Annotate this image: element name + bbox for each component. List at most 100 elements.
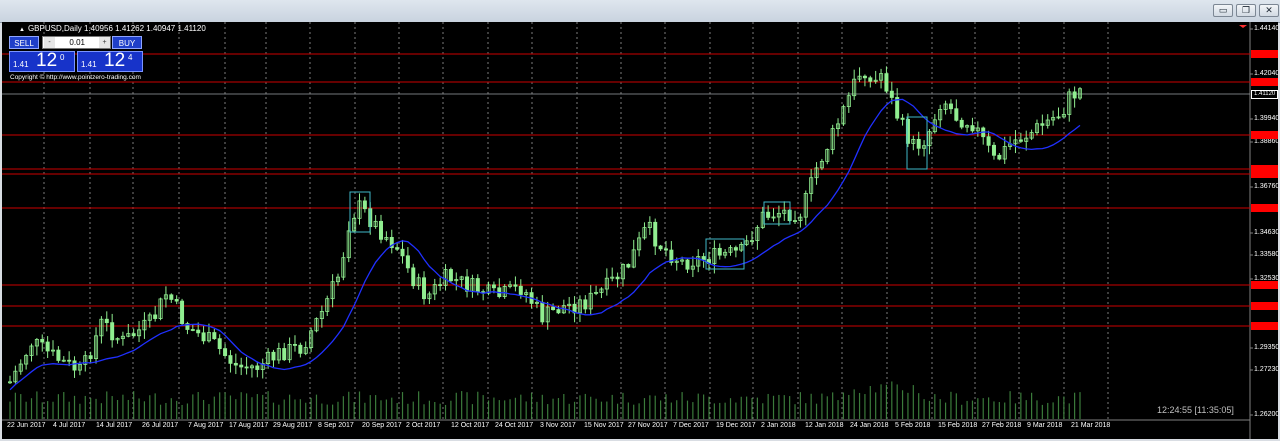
candle-body — [626, 264, 631, 268]
lot-size-field[interactable]: - 0.01 + — [42, 36, 111, 49]
level-price-tag — [1251, 170, 1278, 178]
date-tick-label: 7 Aug 2017 — [188, 422, 224, 429]
candle-body — [701, 256, 706, 260]
close-button[interactable]: ✕ — [1259, 4, 1279, 17]
candle-body — [190, 329, 195, 331]
price-tick-label: 1.27230 — [1254, 366, 1278, 373]
price-tick-label: 1.44140 — [1254, 25, 1278, 32]
candle-body — [110, 322, 115, 341]
candle-body — [438, 284, 443, 286]
candle-body — [104, 318, 109, 324]
copyright-text: Copyright © http://www.pointzero-trading… — [10, 74, 141, 81]
candle-body — [45, 341, 50, 352]
candle-body — [653, 221, 658, 247]
minimize-button[interactable]: ▭ — [1213, 4, 1233, 17]
chart-symbol: GBPUSD,Daily — [27, 24, 82, 33]
date-tick-label: 9 Mar 2018 — [1027, 422, 1063, 429]
date-tick-label: 2 Oct 2017 — [406, 422, 441, 429]
date-tick-label: 14 Jul 2017 — [96, 422, 133, 429]
window-titlebar: ▭ ❐ ✕ — [0, 0, 1280, 23]
candle-body — [239, 364, 244, 368]
candle-body — [1072, 91, 1077, 99]
buy-quote-prefix: 1.41 — [81, 60, 97, 69]
sell-quote-pips: 12 — [36, 50, 58, 71]
level-price-tag — [1251, 204, 1278, 212]
lot-decrease-button[interactable]: - — [44, 37, 55, 48]
candle-body — [556, 309, 561, 314]
date-tick-label: 5 Feb 2018 — [895, 422, 931, 429]
candle-body — [131, 333, 136, 337]
candle-body — [422, 277, 427, 300]
date-tick-label: 7 Dec 2017 — [673, 422, 709, 429]
sell-button[interactable]: SELL — [9, 36, 39, 49]
candle-body — [465, 276, 470, 292]
date-tick-label: 29 Aug 2017 — [273, 422, 313, 429]
level-price-tag — [1251, 78, 1278, 86]
candle-body — [217, 338, 222, 350]
price-tick-label: 1.33580 — [1254, 251, 1278, 258]
price-tick-label: 1.34630 — [1254, 229, 1278, 236]
candle-body — [282, 348, 287, 361]
level-price-tag — [1251, 281, 1278, 289]
candle-body — [180, 300, 185, 324]
candle-body — [513, 284, 518, 287]
date-tick-label: 27 Feb 2018 — [982, 422, 1022, 429]
buy-button[interactable]: BUY — [112, 36, 142, 49]
terminal-window: ▭ ❐ ✕ ▲ GBPUSD,Daily 1.40956 1.41262 1.40… — [0, 0, 1280, 441]
date-tick-label: 15 Nov 2017 — [584, 422, 624, 429]
candle-body — [900, 117, 905, 120]
date-tick-label: 21 Mar 2018 — [1071, 422, 1111, 429]
candle-body — [733, 247, 738, 251]
ohlc-open: 1.40956 — [83, 24, 113, 33]
candle-body — [970, 125, 975, 132]
price-tick-label: 1.38860 — [1254, 138, 1278, 145]
lot-increase-button[interactable]: + — [99, 37, 110, 48]
candle-body — [271, 351, 276, 361]
candle-body — [379, 220, 384, 240]
candle-body — [954, 108, 959, 121]
candle-body — [518, 285, 523, 295]
candle-body — [411, 267, 416, 287]
candle-body — [862, 75, 867, 79]
candle-body — [153, 314, 158, 319]
candle-body — [67, 359, 72, 362]
candle-body — [540, 301, 545, 323]
current-price-label: 1.41120 — [1251, 90, 1278, 99]
candle-body — [174, 299, 179, 302]
candle-body — [56, 349, 61, 361]
price-chart[interactable]: ▲ GBPUSD,Daily 1.40956 1.41262 1.40947 1.… — [2, 22, 1278, 439]
date-tick-label: 15 Feb 2018 — [938, 422, 978, 429]
candle-body — [948, 103, 953, 110]
price-tick-label: 1.36760 — [1254, 183, 1278, 190]
candle-body — [255, 365, 260, 370]
candle-body — [1040, 123, 1045, 126]
candle-body — [405, 255, 410, 269]
level-price-tag — [1251, 50, 1278, 58]
candle-body — [717, 247, 722, 256]
candle-body — [658, 245, 663, 250]
candle-body — [766, 211, 771, 218]
date-tick-label: 24 Oct 2017 — [495, 422, 534, 429]
candle-body — [583, 299, 588, 310]
ohlc-high: 1.41262 — [115, 24, 145, 33]
candle-body — [395, 247, 400, 250]
restore-button[interactable]: ❐ — [1236, 4, 1256, 17]
buy-quote[interactable]: 1.41 12 4 — [77, 50, 143, 72]
date-tick-label: 12 Jan 2018 — [805, 422, 844, 429]
candle-body — [400, 248, 405, 257]
chart-plot-area — [2, 22, 1253, 439]
price-tick-label: 1.26200 — [1254, 411, 1278, 418]
candle-body — [663, 248, 668, 251]
level-price-tag — [1251, 131, 1278, 139]
date-tick-label: 26 Jul 2017 — [142, 422, 179, 429]
sell-quote[interactable]: 1.41 12 0 — [9, 50, 75, 72]
candle-body — [40, 339, 45, 343]
candle-body — [233, 362, 238, 366]
buy-quote-pips: 12 — [104, 50, 126, 71]
lot-size-value[interactable]: 0.01 — [63, 37, 85, 48]
date-tick-label: 19 Dec 2017 — [716, 422, 756, 429]
candle-body — [72, 360, 77, 371]
date-tick-label: 27 Nov 2017 — [628, 422, 668, 429]
candle-body — [685, 259, 690, 270]
candle-body — [223, 348, 228, 356]
